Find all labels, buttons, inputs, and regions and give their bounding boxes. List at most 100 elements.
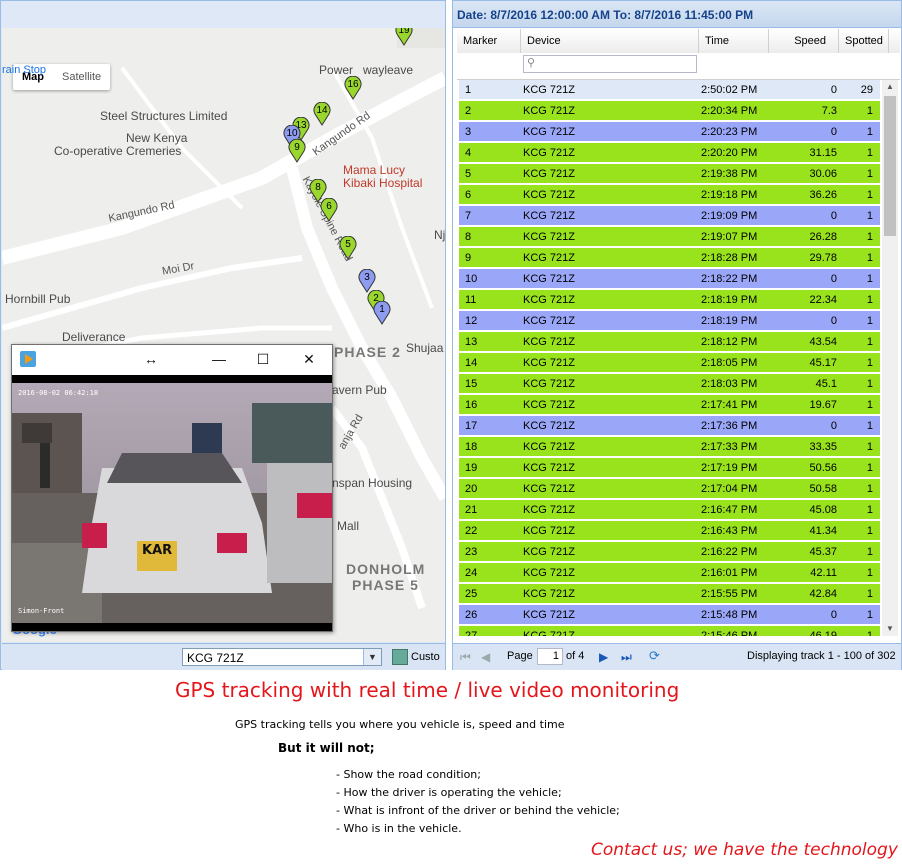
spotted-cell: 1 [866, 252, 873, 264]
maximize-button[interactable]: ☐ [252, 349, 274, 369]
date-range-title: Date: 8/7/2016 12:00:00 AM To: 8/7/2016 … [457, 8, 754, 22]
spotted-cell: 1 [866, 441, 873, 453]
prev-page-icon[interactable]: ◀ [481, 650, 490, 664]
video-timestamp: 2016-08-02 06:42:18 [18, 389, 99, 397]
time-cell: 2:20:34 PM [701, 105, 758, 117]
close-button[interactable]: ✕ [298, 349, 320, 369]
table-row[interactable]: 11 KCG 721Z 2:18:19 PM 22.34 1 [459, 290, 880, 310]
spotted-cell: 1 [866, 273, 873, 285]
table-row[interactable]: 15 KCG 721Z 2:18:03 PM 45.1 1 [459, 374, 880, 394]
column-header-spotted[interactable]: Spotted [839, 29, 889, 53]
map-pin[interactable]: 1 [373, 301, 391, 325]
spotted-cell: 1 [866, 315, 873, 327]
map-label-nspan: nspan Housing [332, 476, 413, 490]
device-cell: KCG 721Z [523, 567, 575, 579]
time-cell: 2:19:38 PM [701, 168, 758, 180]
device-cell: KCG 721Z [523, 630, 575, 636]
table-row[interactable]: 23 KCG 721Z 2:16:22 PM 45.37 1 [459, 542, 880, 562]
next-page-icon[interactable]: ▶ [599, 650, 608, 664]
device-cell: KCG 721Z [523, 546, 575, 558]
table-row[interactable]: 26 KCG 721Z 2:15:48 PM 0 1 [459, 605, 880, 625]
map-type-satellite-button[interactable]: Satellite [53, 64, 110, 90]
table-row[interactable]: 27 KCG 721Z 2:15:46 PM 46.19 1 [459, 626, 880, 636]
marker-cell: 24 [465, 567, 478, 579]
time-cell: 2:18:19 PM [701, 294, 758, 306]
table-row[interactable]: 21 KCG 721Z 2:16:47 PM 45.08 1 [459, 500, 880, 520]
device-cell: KCG 721Z [523, 336, 575, 348]
marker-cell: 12 [465, 315, 478, 327]
refresh-icon[interactable]: ⟳ [649, 648, 660, 664]
spotted-cell: 29 [860, 84, 873, 96]
table-row[interactable]: 9 KCG 721Z 2:18:28 PM 29.78 1 [459, 248, 880, 268]
spotted-cell: 1 [866, 630, 873, 636]
video-titlebar[interactable]: ↔ — ☐ ✕ [12, 345, 332, 373]
time-cell: 2:16:01 PM [701, 567, 758, 579]
map-pin[interactable]: 16 [344, 76, 362, 100]
map-label-phase2: PHASE 2 [334, 344, 401, 360]
device-cell: KCG 721Z [523, 126, 575, 138]
speed-cell: 30.06 [809, 168, 837, 180]
column-header-marker[interactable]: Marker [457, 29, 521, 53]
table-row[interactable]: 8 KCG 721Z 2:19:07 PM 26.28 1 [459, 227, 880, 247]
table-row[interactable]: 5 KCG 721Z 2:19:38 PM 30.06 1 [459, 164, 880, 184]
marker-cell: 9 [465, 252, 472, 264]
device-cell: KCG 721Z [523, 273, 575, 285]
scroll-up-icon[interactable]: ▲ [882, 80, 898, 94]
spotted-cell: 1 [866, 504, 873, 516]
minimize-button[interactable]: — [208, 349, 230, 369]
table-row[interactable]: 19 KCG 721Z 2:17:19 PM 50.56 1 [459, 458, 880, 478]
device-select[interactable]: KCG 721Z ▼ [182, 648, 382, 666]
table-row[interactable]: 4 KCG 721Z 2:20:20 PM 31.15 1 [459, 143, 880, 163]
table-row[interactable]: 24 KCG 721Z 2:16:01 PM 42.11 1 [459, 563, 880, 583]
speed-cell: 42.11 [810, 567, 837, 579]
first-page-icon[interactable]: ⏮ [460, 650, 471, 665]
time-cell: 2:18:28 PM [701, 252, 758, 264]
last-page-icon[interactable]: ⏭ [621, 650, 632, 665]
marker-cell: 8 [465, 231, 472, 243]
table-row[interactable]: 25 KCG 721Z 2:15:55 PM 42.84 1 [459, 584, 880, 604]
map-pin[interactable]: 19 [395, 28, 413, 46]
column-header-speed[interactable]: Speed [769, 29, 839, 53]
speed-cell: 43.54 [809, 336, 837, 348]
spotted-cell: 1 [866, 189, 873, 201]
table-row[interactable]: 10 KCG 721Z 2:18:22 PM 0 1 [459, 269, 880, 289]
table-row[interactable]: 18 KCG 721Z 2:17:33 PM 33.35 1 [459, 437, 880, 457]
table-row[interactable]: 20 KCG 721Z 2:17:04 PM 50.58 1 [459, 479, 880, 499]
table-row[interactable]: 1 KCG 721Z 2:50:02 PM 0 29 [459, 80, 880, 100]
table-row[interactable]: 16 KCG 721Z 2:17:41 PM 19.67 1 [459, 395, 880, 415]
table-row[interactable]: 2 KCG 721Z 2:20:34 PM 7.3 1 [459, 101, 880, 121]
chevron-down-icon[interactable]: ▼ [363, 649, 381, 665]
table-row[interactable]: 14 KCG 721Z 2:18:05 PM 45.17 1 [459, 353, 880, 373]
table-row[interactable]: 6 KCG 721Z 2:19:18 PM 36.26 1 [459, 185, 880, 205]
column-header-device[interactable]: Device [521, 29, 699, 53]
column-header-time[interactable]: Time [699, 29, 769, 53]
table-row[interactable]: 22 KCG 721Z 2:16:43 PM 41.34 1 [459, 521, 880, 541]
table-row[interactable]: 7 KCG 721Z 2:19:09 PM 0 1 [459, 206, 880, 226]
device-cell: KCG 721Z [523, 168, 575, 180]
custom-button[interactable]: Custo [392, 648, 440, 666]
page-number-input[interactable]: 1 [537, 648, 563, 665]
marker-cell: 13 [465, 336, 478, 348]
marker-cell: 6 [465, 189, 472, 201]
time-cell: 2:18:05 PM [701, 357, 758, 369]
spotted-cell: 1 [866, 168, 873, 180]
map-label-train-stop: rain Stop [2, 64, 47, 76]
table-row[interactable]: 13 KCG 721Z 2:18:12 PM 43.54 1 [459, 332, 880, 352]
map-pin[interactable]: 5 [339, 236, 357, 260]
grid-scrollbar[interactable]: ▲ ▼ [882, 80, 898, 636]
move-icon[interactable]: ↔ [140, 349, 162, 369]
map-pin[interactable]: 14 [313, 102, 331, 126]
map-pin[interactable]: 6 [320, 198, 338, 222]
marker-cell: 20 [465, 483, 478, 495]
scroll-thumb[interactable] [884, 96, 896, 236]
time-cell: 2:20:23 PM [701, 126, 758, 138]
scroll-down-icon[interactable]: ▼ [882, 622, 898, 636]
map-pin[interactable]: 9 [288, 139, 306, 163]
table-row[interactable]: 3 KCG 721Z 2:20:23 PM 0 1 [459, 122, 880, 142]
device-filter-input[interactable] [523, 55, 697, 73]
speed-cell: 26.28 [809, 231, 837, 243]
table-row[interactable]: 12 KCG 721Z 2:18:19 PM 0 1 [459, 311, 880, 331]
speed-cell: 0 [830, 315, 837, 327]
video-image [12, 383, 332, 623]
table-row[interactable]: 17 KCG 721Z 2:17:36 PM 0 1 [459, 416, 880, 436]
